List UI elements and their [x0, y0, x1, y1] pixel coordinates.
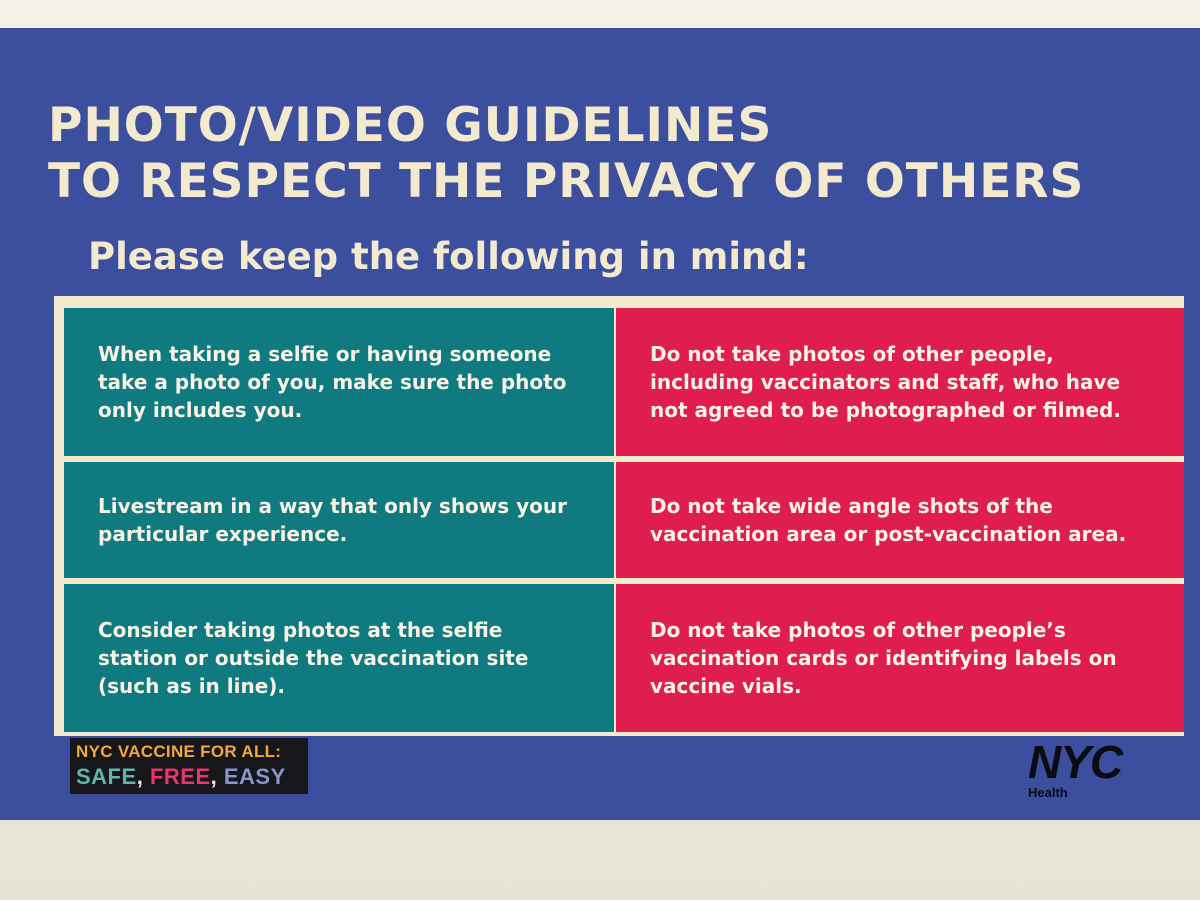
- guidelines-grid: When taking a selfie or having someone t…: [54, 296, 1184, 736]
- nyc-logo-health: Health: [1028, 785, 1068, 800]
- dont-guideline-2: Do not take wide angle shots of the vacc…: [616, 462, 1184, 578]
- dont-guideline-3: Do not take photos of other people’s vac…: [616, 584, 1184, 732]
- nyc-health-logo: NYC Health: [1028, 738, 1162, 804]
- badge-tagline: SAFE, FREE, EASY: [76, 763, 302, 791]
- sign-title: PHOTO/VIDEO GUIDELINES TO RESPECT THE PR…: [48, 98, 1085, 209]
- dont-guideline-1: Do not take photos of other people, incl…: [616, 308, 1184, 456]
- badge-headline: NYC VACCINE FOR ALL:: [76, 742, 282, 761]
- nyc-logo-mark: NYC: [1028, 736, 1123, 788]
- badge-easy: EASY: [223, 764, 286, 789]
- badge-separator: ,: [210, 764, 218, 789]
- vaccine-for-all-badge: NYC VACCINE FOR ALL: SAFE, FREE, EASY: [70, 738, 308, 794]
- privacy-sign: PHOTO/VIDEO GUIDELINES TO RESPECT THE PR…: [0, 28, 1200, 820]
- do-guideline-2: Livestream in a way that only shows your…: [64, 462, 614, 578]
- sign-subtitle: Please keep the following in mind:: [88, 235, 809, 278]
- do-guideline-1: When taking a selfie or having someone t…: [64, 308, 614, 456]
- badge-safe: SAFE: [76, 764, 137, 789]
- do-guideline-3: Consider taking photos at the selfie sta…: [64, 584, 614, 732]
- badge-separator: ,: [136, 764, 144, 789]
- badge-free: FREE: [149, 764, 211, 789]
